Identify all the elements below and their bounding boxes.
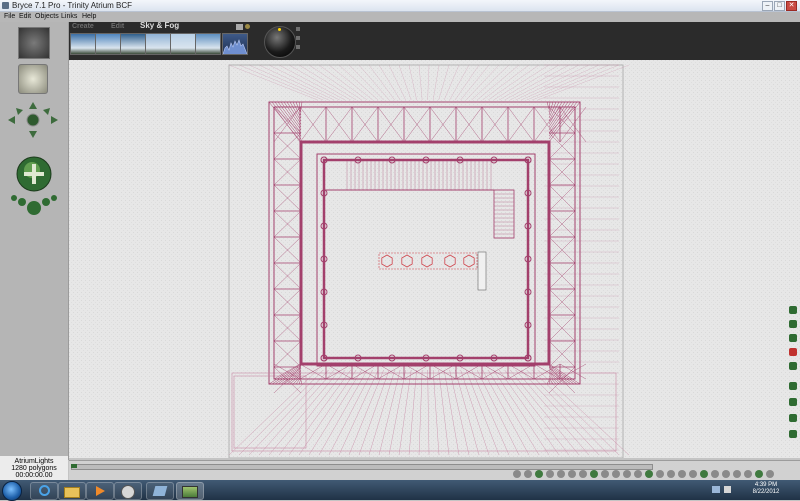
camera-trackball-icon[interactable]: [4, 100, 62, 140]
time-readout: 00:00:00.00: [15, 472, 53, 479]
timeline-control-button[interactable]: [601, 470, 609, 478]
timeline-control-button[interactable]: [722, 470, 730, 478]
sky-preset-6[interactable]: [195, 33, 221, 55]
polygon-count: 1280 polygons: [11, 465, 57, 472]
timeline-control-button[interactable]: [612, 470, 620, 478]
menu-help[interactable]: Help: [82, 12, 96, 22]
title-bar: Bryce 7.1 Pro - Trinity Atrium BCF – □ ✕: [0, 0, 800, 12]
timeline-control-button[interactable]: [513, 470, 521, 478]
timeline-control-button[interactable]: [557, 470, 565, 478]
menu-bar: File Edit Objects Links Help: [0, 12, 800, 22]
tab-create[interactable]: Create: [72, 22, 94, 31]
timeline-control-button[interactable]: [623, 470, 631, 478]
right-tool-strip: [789, 306, 798, 456]
system-tray-clock[interactable]: 4:39 PM 8/22/2012: [736, 482, 796, 498]
taskbar-app-icon[interactable]: [146, 482, 174, 500]
timeline-control-button[interactable]: [689, 470, 697, 478]
timeline-control-button[interactable]: [579, 470, 587, 478]
app-icon: [2, 2, 9, 9]
sky-histogram-preview[interactable]: [222, 33, 248, 55]
timeline-control-button[interactable]: [733, 470, 741, 478]
object-name: AtriumLights: [14, 458, 54, 465]
menu-file[interactable]: File: [4, 12, 15, 22]
palette-option-icon[interactable]: [296, 45, 300, 49]
palette-option-icon[interactable]: [296, 27, 300, 31]
taskbar-media-player-icon[interactable]: [86, 482, 114, 500]
view-control-cube[interactable]: [18, 27, 50, 59]
timeline-control-button[interactable]: [678, 470, 686, 478]
volume-icon[interactable]: [724, 486, 731, 493]
timeline-control-button[interactable]: [645, 470, 653, 478]
tray-time: 4:39 PM: [754, 482, 778, 488]
taskbar-ie-icon[interactable]: [30, 482, 58, 500]
timeline-control-button[interactable]: [700, 470, 708, 478]
palette-option-icon[interactable]: [296, 36, 300, 40]
timeline-control-button[interactable]: [711, 470, 719, 478]
maximize-button[interactable]: □: [774, 1, 785, 11]
timeline-playhead[interactable]: [71, 464, 77, 468]
sky-preset-2[interactable]: [95, 33, 121, 55]
sky-preset-5[interactable]: [170, 33, 196, 55]
taskbar-app-icon[interactable]: [114, 482, 142, 500]
timeline-control-button[interactable]: [667, 470, 675, 478]
control-sidebar: [0, 22, 69, 460]
timeline-control-button[interactable]: [656, 470, 664, 478]
close-button[interactable]: ✕: [786, 1, 797, 11]
timeline-control-button[interactable]: [744, 470, 752, 478]
sun-icon[interactable]: [245, 24, 250, 29]
render-preview-thumbnail[interactable]: [18, 64, 48, 94]
timeline-control-button[interactable]: [568, 470, 576, 478]
minimize-button[interactable]: –: [762, 1, 773, 11]
timeline-control-button[interactable]: [755, 470, 763, 478]
timeline-control-button[interactable]: [590, 470, 598, 478]
zoom-pan-control-icon[interactable]: [8, 150, 60, 222]
selected-object-info: AtriumLights 1280 polygons 00:00:00.00: [0, 456, 68, 480]
sky-preset-4[interactable]: [145, 33, 171, 55]
timeline-scrubber[interactable]: [71, 464, 653, 470]
timeline-control-button[interactable]: [535, 470, 543, 478]
canvas-texture: [69, 60, 800, 458]
timeline-control-button[interactable]: [546, 470, 554, 478]
taskbar-explorer-icon[interactable]: [58, 482, 86, 500]
animation-timeline[interactable]: [69, 460, 800, 481]
tray-date: 8/22/2012: [752, 489, 780, 495]
object-attribute-buttons[interactable]: [477, 251, 487, 291]
menu-objects[interactable]: Objects: [35, 12, 59, 22]
start-button[interactable]: [2, 481, 22, 501]
sky-preset-1[interactable]: [70, 33, 96, 55]
timeline-control-button[interactable]: [766, 470, 774, 478]
tab-sky-fog[interactable]: Sky & Fog: [140, 21, 179, 30]
tab-edit[interactable]: Edit: [111, 22, 124, 31]
sky-preset-3[interactable]: [120, 33, 146, 55]
window-title: Bryce 7.1 Pro - Trinity Atrium BCF: [12, 1, 133, 10]
network-icon[interactable]: [712, 486, 720, 493]
taskbar-bryce-icon[interactable]: [176, 482, 204, 500]
timeline-control-button[interactable]: [524, 470, 532, 478]
menu-links[interactable]: Links: [61, 12, 77, 22]
cloud-icon[interactable]: [236, 24, 243, 30]
sun-marker-icon: [278, 28, 281, 31]
wireframe-scene: [69, 60, 800, 458]
menu-edit[interactable]: Edit: [19, 12, 31, 22]
timeline-control-button[interactable]: [634, 470, 642, 478]
